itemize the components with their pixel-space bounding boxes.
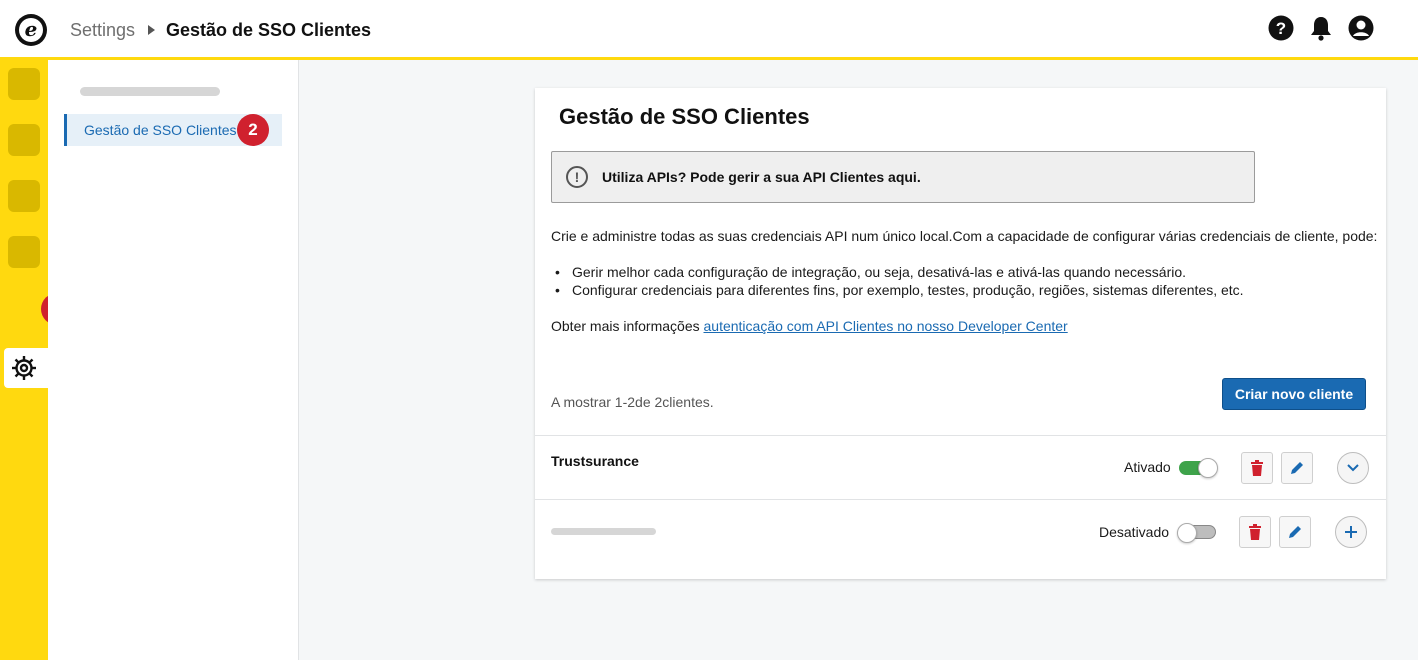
more-info-text: Obter mais informações autenticação com … xyxy=(551,318,1068,334)
results-count: A mostrar 1-2de 2clientes. xyxy=(551,394,714,410)
gear-icon xyxy=(12,356,36,380)
step-badge: 2 xyxy=(237,114,269,146)
info-banner-text: Utiliza APIs? Pode gerir a sua API Clien… xyxy=(602,169,921,185)
sidebar-heading-placeholder xyxy=(80,87,220,96)
list-item: Configurar credenciais para diferentes f… xyxy=(555,281,1244,299)
breadcrumb-settings[interactable]: Settings xyxy=(70,20,135,41)
breadcrumb-separator-icon xyxy=(148,25,155,35)
trash-icon xyxy=(1251,460,1263,476)
rail-item-settings[interactable] xyxy=(4,348,50,388)
app-logo[interactable]: e xyxy=(15,14,47,46)
help-icon[interactable]: ? xyxy=(1268,15,1294,41)
plus-icon xyxy=(1345,526,1357,538)
rail-item-placeholder[interactable] xyxy=(8,68,40,100)
client-row: Desativado xyxy=(535,499,1386,579)
toggle-knob xyxy=(1177,523,1197,543)
edit-client-button[interactable] xyxy=(1281,452,1313,484)
svg-text:?: ? xyxy=(1276,19,1286,38)
page-title: Gestão de SSO Clientes xyxy=(559,104,810,129)
top-header: e Settings Gestão de SSO Clientes ? xyxy=(0,0,1418,60)
breadcrumb-current: Gestão de SSO Clientes xyxy=(166,20,372,40)
create-client-button[interactable]: Criar novo cliente xyxy=(1222,378,1366,410)
pencil-icon xyxy=(1291,462,1303,474)
rail-item-placeholder[interactable] xyxy=(8,180,40,212)
info-banner: ! Utiliza APIs? Pode gerir a sua API Cli… xyxy=(551,151,1255,203)
logo-letter: e xyxy=(19,18,43,42)
info-icon: ! xyxy=(566,166,588,188)
list-item: Gerir melhor cada configuração de integr… xyxy=(555,263,1244,281)
client-status: Ativado xyxy=(1124,459,1171,475)
trash-icon xyxy=(1249,524,1261,540)
expand-client-button[interactable] xyxy=(1335,516,1367,548)
client-enabled-toggle[interactable] xyxy=(1177,523,1216,543)
benefits-list: Gerir melhor cada configuração de integr… xyxy=(555,263,1244,299)
client-row: Trustsurance Ativado xyxy=(535,435,1386,499)
client-enabled-toggle[interactable] xyxy=(1179,458,1218,478)
chevron-down-icon xyxy=(1347,464,1359,472)
rail-item-placeholder[interactable] xyxy=(8,124,40,156)
developer-center-link[interactable]: autenticação com API Clientes no nosso D… xyxy=(704,318,1068,334)
sso-clients-card: Gestão de SSO Clientes ! Utiliza APIs? P… xyxy=(535,88,1386,579)
app-rail xyxy=(0,60,50,660)
pencil-icon xyxy=(1289,526,1301,538)
client-name: Trustsurance xyxy=(551,453,639,469)
toggle-knob xyxy=(1198,458,1218,478)
expand-client-button[interactable] xyxy=(1337,452,1369,484)
client-name-placeholder xyxy=(551,528,656,535)
edit-client-button[interactable] xyxy=(1279,516,1311,548)
client-status: Desativado xyxy=(1099,524,1170,540)
settings-sidebar: Gestão de SSO Clientes xyxy=(48,60,299,660)
sidebar-item-label: Gestão de SSO Clientes xyxy=(84,122,237,138)
description-text: Crie e administre todas as suas credenci… xyxy=(551,228,1378,244)
delete-client-button[interactable] xyxy=(1239,516,1271,548)
bell-icon[interactable] xyxy=(1308,15,1334,41)
user-icon[interactable] xyxy=(1348,15,1374,41)
rail-item-placeholder[interactable] xyxy=(8,236,40,268)
delete-client-button[interactable] xyxy=(1241,452,1273,484)
more-info-prefix: Obter mais informações xyxy=(551,318,704,334)
